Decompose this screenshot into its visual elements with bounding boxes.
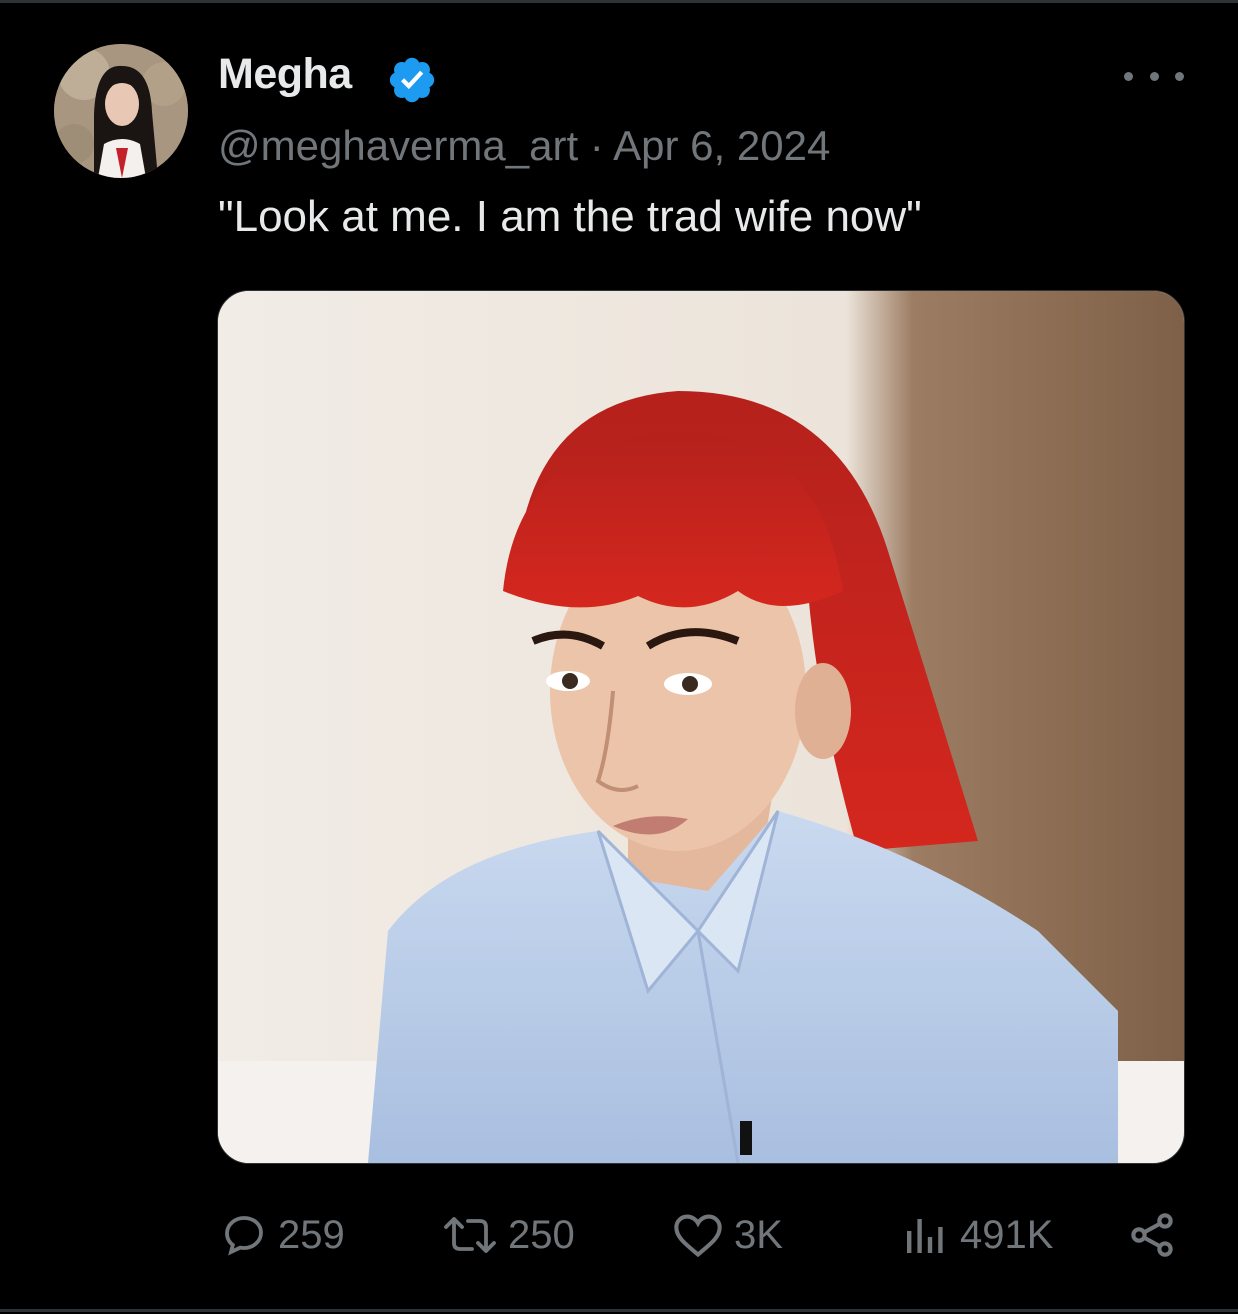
tweet-date[interactable]: Apr 6, 2024 xyxy=(613,122,830,169)
handle-and-date: @meghaverma_art · Apr 6, 2024 xyxy=(218,122,830,170)
like-button[interactable]: 3K xyxy=(672,1200,783,1270)
repost-icon xyxy=(444,1217,496,1253)
repost-count: 250 xyxy=(508,1212,575,1257)
display-name[interactable]: Megha xyxy=(218,50,352,99)
separator: · xyxy=(589,122,604,169)
more-dot xyxy=(1149,71,1159,81)
repost-button[interactable]: 250 xyxy=(442,1200,575,1270)
share-button[interactable] xyxy=(1126,1200,1178,1270)
action-bar: 259 250 3K 491K xyxy=(0,1200,1238,1270)
more-dot xyxy=(1175,71,1184,81)
share-icon xyxy=(1131,1213,1173,1257)
like-count: 3K xyxy=(734,1212,783,1257)
views-chart-icon xyxy=(907,1219,943,1253)
views-button[interactable]: 491K xyxy=(900,1200,1053,1270)
bottom-divider xyxy=(0,1309,1238,1312)
avatar[interactable] xyxy=(54,44,188,178)
more-options-button[interactable] xyxy=(1124,58,1184,94)
more-dots-icon xyxy=(1124,71,1133,81)
tweet-text: "Look at me. I am the trad wife now" xyxy=(218,192,922,241)
top-divider xyxy=(0,0,1238,3)
tweet-media-image[interactable] xyxy=(217,290,1185,1164)
verified-badge-icon xyxy=(386,54,438,106)
handle[interactable]: @meghaverma_art xyxy=(218,122,578,169)
reply-icon xyxy=(225,1216,263,1256)
views-count: 491K xyxy=(960,1212,1054,1257)
reply-count: 259 xyxy=(278,1212,345,1257)
reply-button[interactable]: 259 xyxy=(220,1200,345,1270)
heart-icon xyxy=(674,1214,722,1258)
